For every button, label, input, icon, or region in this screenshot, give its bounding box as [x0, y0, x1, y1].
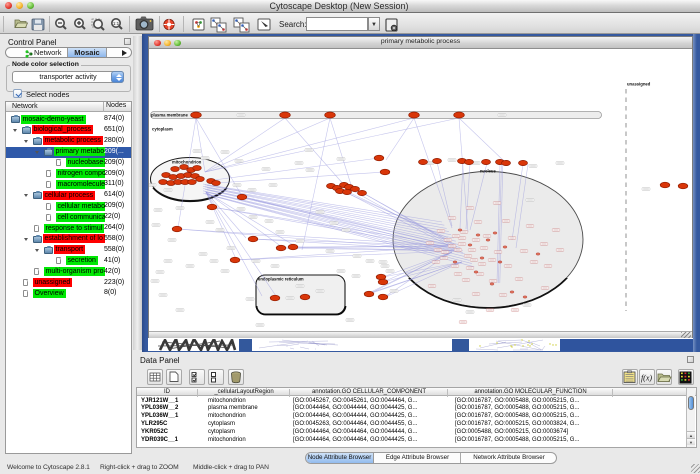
svg-text:nucleus: nucleus: [480, 169, 496, 174]
svg-text:plasma membrane: plasma membrane: [151, 113, 188, 118]
svg-text:1:1: 1:1: [113, 21, 120, 26]
svg-text:cytoplasm: cytoplasm: [152, 127, 173, 132]
svg-text:f(x): f(x): [641, 374, 652, 383]
svg-text:mitochondrion: mitochondrion: [172, 160, 202, 165]
svg-text:unassigned: unassigned: [627, 82, 651, 87]
